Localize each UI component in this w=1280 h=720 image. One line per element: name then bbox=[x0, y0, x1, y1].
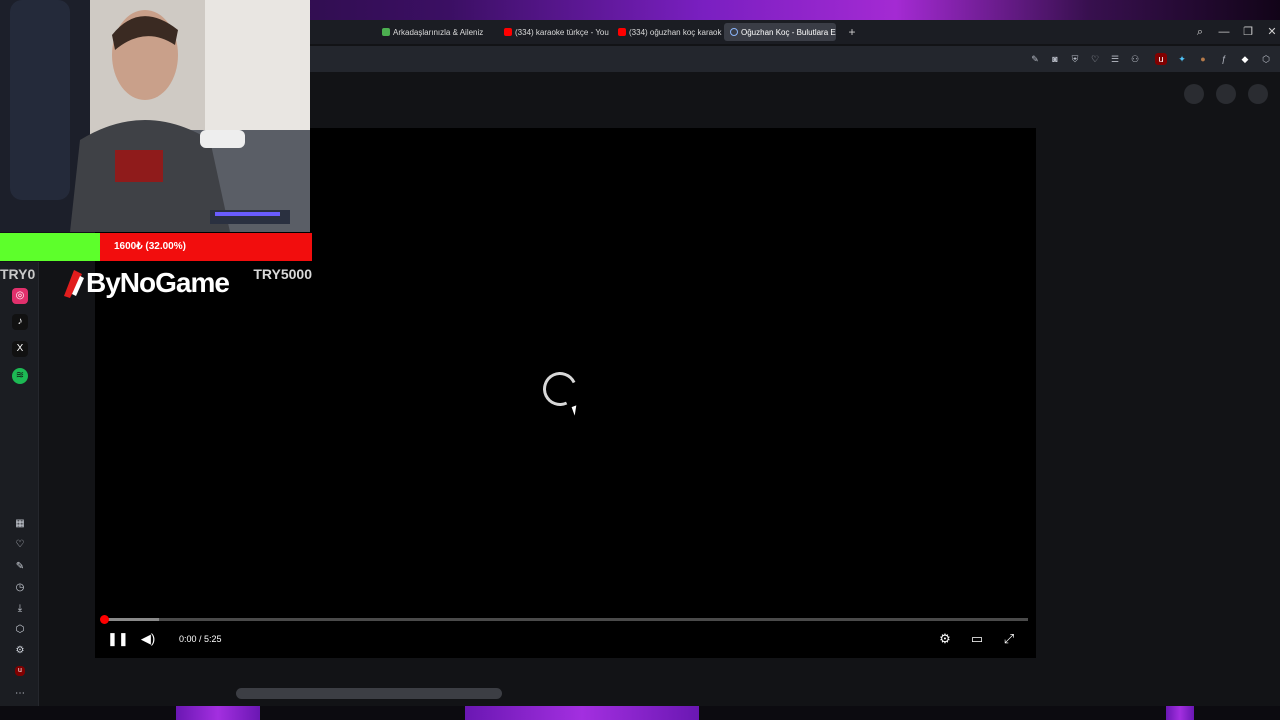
wallpaper-glow bbox=[1166, 706, 1194, 720]
close-icon[interactable]: ✕ bbox=[1265, 25, 1279, 39]
browser-toolbar: ✎ ◙ ⛨ ♡ ☰ ⚇ u ✦ ● ƒ ◆ ⬡ bbox=[310, 46, 1280, 72]
wallpaper-glow bbox=[465, 706, 699, 720]
x-icon[interactable]: X bbox=[12, 341, 28, 357]
spotify-icon[interactable]: ≋ bbox=[12, 368, 28, 384]
browser-sidebar: ◎ ♪ X ≋ ▦ ♡ ✎ ◷ ⤓ ⬡ ⚙ u ⋯ bbox=[0, 262, 39, 706]
new-tab-button[interactable]: + bbox=[845, 25, 859, 39]
cube-icon[interactable]: ⬡ bbox=[1260, 53, 1272, 65]
tab-2[interactable]: (334) oğuzhan koç karaok bbox=[612, 23, 722, 41]
extension-icon[interactable]: ✦ bbox=[1176, 53, 1188, 65]
horizontal-scrollbar[interactable] bbox=[236, 688, 502, 699]
pause-button[interactable]: ❚❚ bbox=[107, 630, 129, 648]
pin-icon[interactable]: ✎ bbox=[12, 559, 28, 575]
tab-label: Oğuzhan Koç - Bulutlara E bbox=[741, 27, 836, 37]
fullscreen-button[interactable]: ⤢ bbox=[1001, 630, 1017, 648]
gear-icon: ⚙ bbox=[939, 631, 951, 646]
heart-icon[interactable]: ♡ bbox=[1089, 53, 1101, 65]
download-icon[interactable]: ⤓ bbox=[12, 601, 28, 617]
profile-icon[interactable]: ⚇ bbox=[1129, 53, 1141, 65]
pen-icon[interactable]: ƒ bbox=[1218, 53, 1230, 65]
fullscreen-icon: ⤢ bbox=[1003, 631, 1015, 646]
webcam-feed bbox=[0, 0, 310, 232]
tab-favicon-icon bbox=[382, 28, 390, 36]
diamond-icon[interactable]: ◆ bbox=[1239, 53, 1251, 65]
bynogame-logo-icon bbox=[64, 270, 84, 298]
edit-icon[interactable]: ✎ bbox=[1029, 53, 1041, 65]
volume-button[interactable]: ◀) bbox=[140, 630, 156, 648]
theater-mode-button[interactable]: ▭ bbox=[969, 630, 985, 648]
donation-goal-text: 1600₺ (32.00%) bbox=[114, 241, 186, 252]
tiktok-icon[interactable]: ♪ bbox=[12, 314, 28, 330]
more-icon[interactable]: ⋯ bbox=[12, 686, 28, 702]
heart-icon[interactable]: ♡ bbox=[12, 537, 28, 553]
ublock-icon[interactable]: u bbox=[15, 666, 25, 676]
page-placeholder-circle bbox=[1184, 84, 1204, 104]
video-time-display: 0:00 / 5:25 bbox=[179, 634, 222, 644]
page-placeholder-circle bbox=[1216, 84, 1236, 104]
grid-icon[interactable]: ▦ bbox=[12, 516, 28, 532]
video-scrubber-handle[interactable] bbox=[100, 615, 109, 624]
tab-3-active[interactable]: Oğuzhan Koç - Bulutlara E bbox=[724, 23, 836, 41]
restore-icon[interactable]: ❐ bbox=[1241, 25, 1255, 39]
tab-search-icon[interactable]: ⌕ bbox=[1193, 25, 1207, 39]
shield-icon[interactable]: ⛨ bbox=[1069, 53, 1081, 65]
page-placeholder-circle bbox=[1248, 84, 1268, 104]
history-icon[interactable]: ◷ bbox=[12, 580, 28, 596]
youtube-favicon-icon bbox=[504, 28, 512, 36]
minimize-icon[interactable]: — bbox=[1217, 25, 1231, 39]
promo-code: TRY5000 bbox=[253, 266, 312, 282]
volume-icon: ◀) bbox=[140, 631, 156, 646]
sponsor-brand-text: ByNoGame bbox=[86, 267, 230, 298]
video-buffer-bar bbox=[103, 618, 159, 621]
settings-icon[interactable]: ⚙ bbox=[12, 643, 28, 659]
wallpaper-glow bbox=[176, 706, 260, 720]
webcam-image bbox=[0, 0, 310, 232]
settings-button[interactable]: ⚙ bbox=[937, 630, 953, 648]
loading-spinner-icon bbox=[538, 367, 582, 411]
tab-0[interactable]: Arkadaşlarınızla & Aileniz bbox=[376, 23, 488, 41]
tab-label: (334) karaoke türkçe - You bbox=[515, 27, 609, 37]
tab-label: (334) oğuzhan koç karaok bbox=[629, 27, 722, 37]
browser-tab-bar: Arkadaşlarınızla & Aileniz (334) karaoke… bbox=[310, 20, 1280, 44]
sponsor-logo: ByNoGame bbox=[60, 264, 230, 302]
tab-1[interactable]: (334) karaoke türkçe - You bbox=[498, 23, 610, 41]
ublock-icon[interactable]: u bbox=[1155, 53, 1167, 65]
sponsor-banner: TRY0 ByNoGame TRY5000 bbox=[0, 262, 312, 304]
menu-icon[interactable]: ☰ bbox=[1109, 53, 1121, 65]
tab-label: Arkadaşlarınızla & Aileniz bbox=[393, 27, 484, 37]
theater-icon: ▭ bbox=[970, 631, 984, 646]
mouse-cursor-icon bbox=[571, 405, 580, 416]
pause-icon: ❚❚ bbox=[107, 631, 129, 646]
video-progress-bar[interactable] bbox=[100, 615, 1028, 624]
avatar-icon[interactable]: ● bbox=[1197, 53, 1209, 65]
loading-favicon-icon bbox=[730, 28, 738, 36]
promo-code-left: TRY0 bbox=[0, 266, 36, 282]
box-icon[interactable]: ⬡ bbox=[12, 622, 28, 638]
youtube-favicon-icon bbox=[618, 28, 626, 36]
donation-goal-fill bbox=[0, 233, 100, 261]
donation-goal-bar: 1600₺ (32.00%) bbox=[0, 233, 312, 261]
camera-icon[interactable]: ◙ bbox=[1049, 53, 1061, 65]
